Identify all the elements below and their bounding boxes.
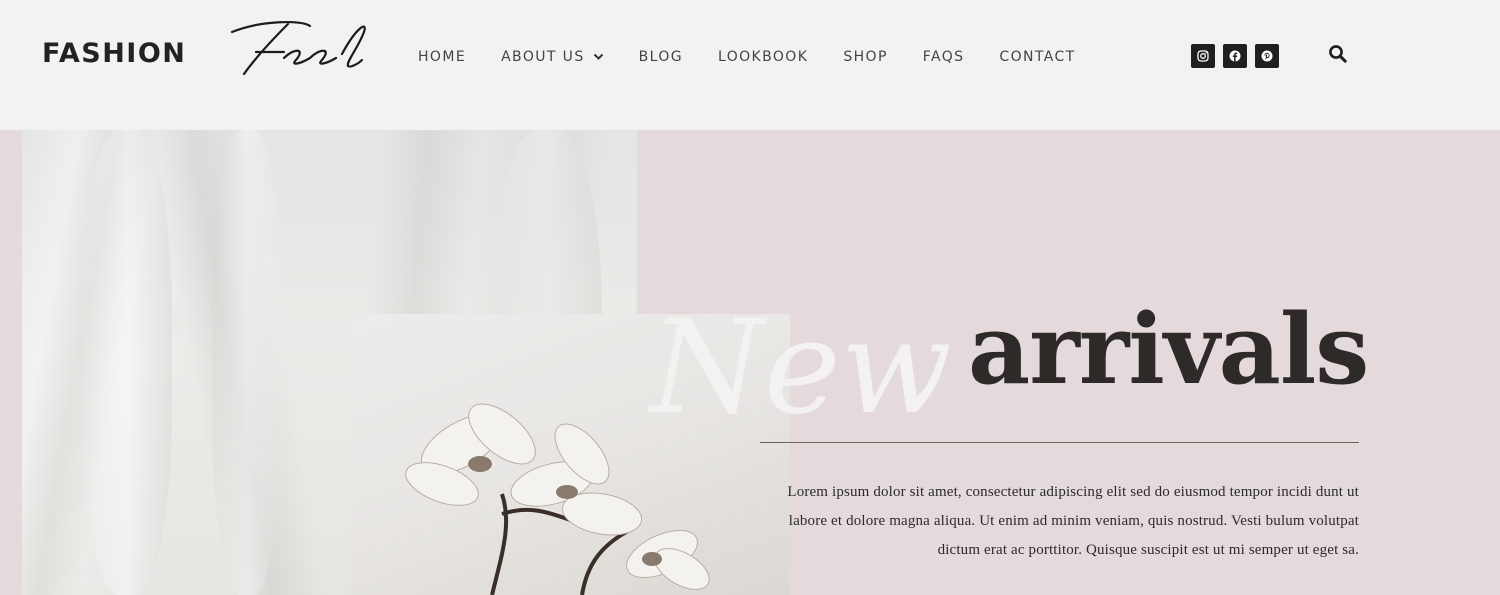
search-icon[interactable] xyxy=(1328,44,1348,64)
hero-divider xyxy=(760,442,1359,443)
fabric-fold xyxy=(212,130,282,595)
main-nav: HOME ABOUT US BLOG LOOKBOOK SHOP FAQS CO… xyxy=(418,46,1111,68)
facebook-icon[interactable] xyxy=(1223,44,1247,68)
social-links xyxy=(1191,44,1287,68)
site-logo[interactable]: FASHION xyxy=(42,18,366,78)
nav-lookbook[interactable]: LOOKBOOK xyxy=(718,49,808,65)
nav-faqs[interactable]: FAQS xyxy=(923,49,965,65)
nav-contact[interactable]: CONTACT xyxy=(999,49,1075,65)
site-header: FASHION HOME ABOUT US BLOG LOOKBOOK SHOP… xyxy=(0,0,1500,130)
nav-blog[interactable]: BLOG xyxy=(639,49,683,65)
svg-text:New: New xyxy=(647,291,952,443)
chevron-down-icon xyxy=(593,53,603,60)
fabric-fold xyxy=(82,130,172,595)
instagram-icon[interactable] xyxy=(1191,44,1215,68)
hero-script-word: New xyxy=(647,291,952,443)
logo-script-feel xyxy=(230,20,366,76)
nav-home[interactable]: HOME xyxy=(418,49,466,65)
logo-wordmark: FASHION xyxy=(42,38,187,69)
nav-about-us[interactable]: ABOUT US xyxy=(501,49,604,65)
hero-title: arrivals xyxy=(968,293,1369,406)
nav-shop[interactable]: SHOP xyxy=(843,49,887,65)
hero-paragraph: Lorem ipsum dolor sit amet, consectetur … xyxy=(787,484,1359,558)
pinterest-icon[interactable] xyxy=(1255,44,1279,68)
